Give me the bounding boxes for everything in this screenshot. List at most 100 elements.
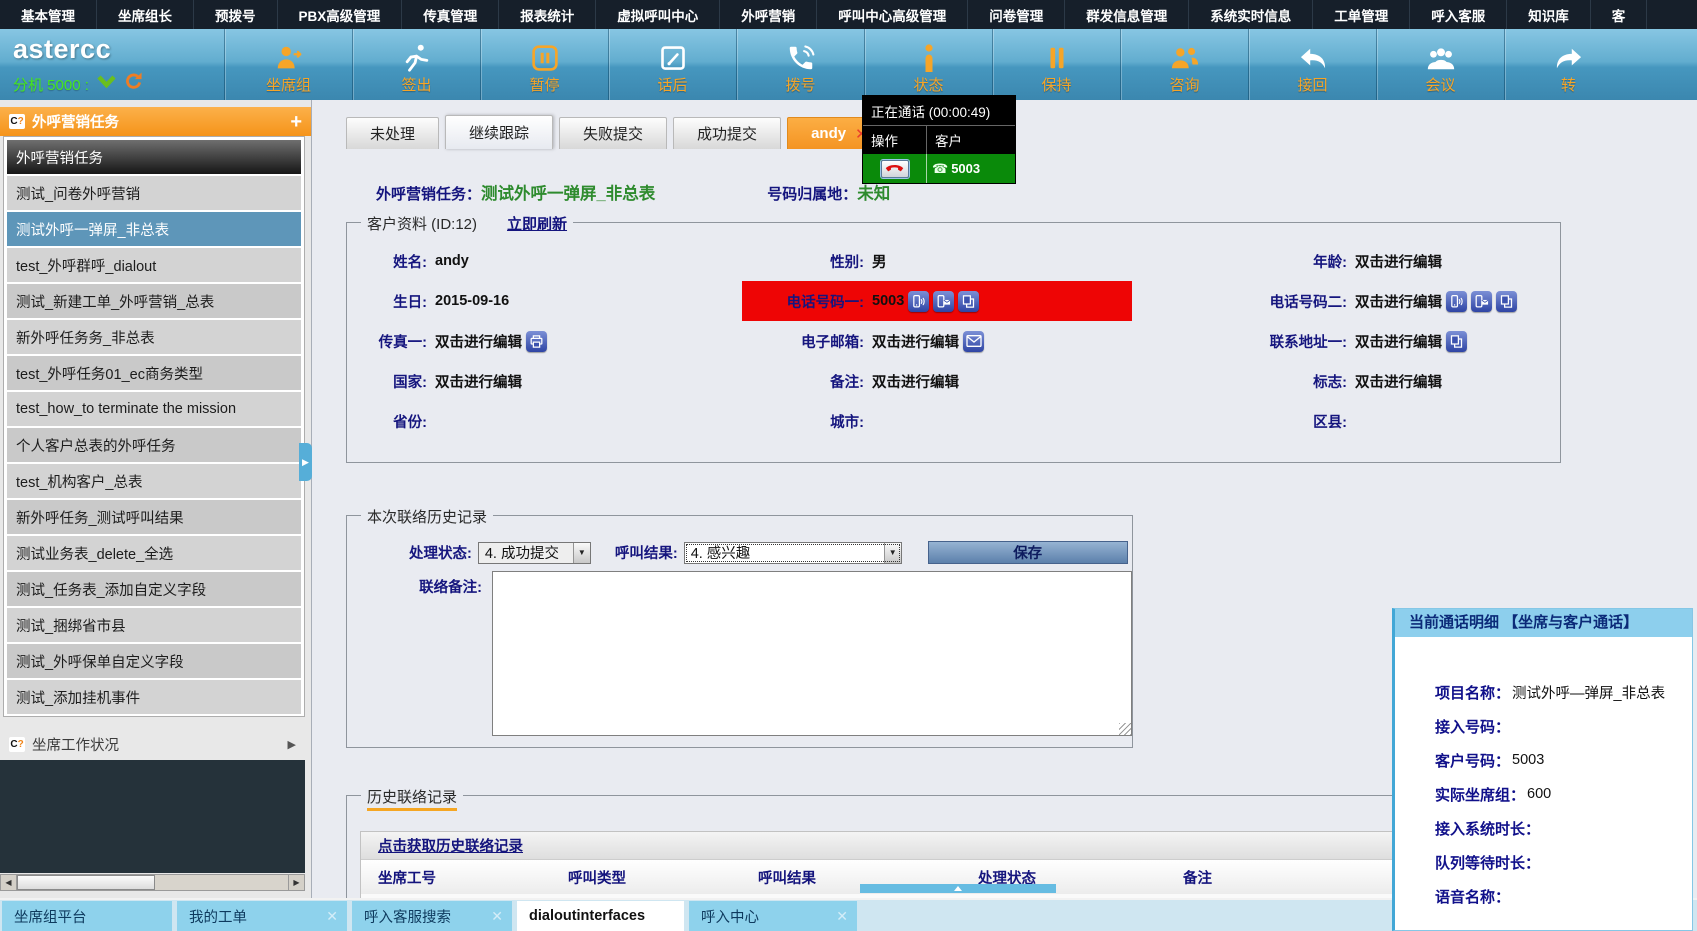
field-value[interactable]: 双击进行编辑 — [872, 371, 959, 392]
mail-icon[interactable] — [963, 331, 984, 352]
menu-item[interactable]: 呼叫中心高级管理 — [817, 0, 968, 29]
process-status-select[interactable]: 4. 成功提交 ▼ — [478, 542, 591, 564]
add-task-button[interactable]: + — [290, 112, 302, 132]
save-button[interactable]: 保存 — [928, 541, 1128, 564]
call-detail-label: 实际坐席组： — [1435, 784, 1525, 805]
close-icon[interactable]: ✕ — [491, 908, 503, 925]
menu-item[interactable]: 客 — [1591, 0, 1648, 29]
toolbar-button-status[interactable]: 状态 — [864, 29, 992, 100]
task-list-item[interactable]: 测试外呼一弹屏_非总表 — [7, 212, 301, 246]
task-list-item[interactable]: test_机构客户_总表 — [7, 464, 301, 498]
menu-item[interactable]: PBX高级管理 — [278, 0, 403, 29]
field-value[interactable]: 5003 — [872, 293, 904, 309]
menu-item[interactable]: 呼入客服 — [1410, 0, 1507, 29]
field-value[interactable]: andy — [435, 253, 469, 269]
sidebar-section-agent-status[interactable]: C? 坐席工作状况 ▶ — [0, 730, 305, 758]
workspace-tab-我的工单[interactable]: 我的工单✕ — [177, 901, 347, 931]
toolbar-button-pause[interactable]: 暂停 — [480, 29, 608, 100]
copy-icon[interactable] — [1446, 331, 1467, 352]
tab-未处理[interactable]: 未处理 — [346, 117, 439, 149]
menu-item[interactable]: 虚拟呼叫中心 — [596, 0, 720, 29]
task-list-item[interactable]: 测试_外呼保单自定义字段 — [7, 644, 301, 678]
menu-item[interactable]: 坐席组长 — [97, 0, 194, 29]
task-list-item[interactable]: test_how_to terminate the mission — [7, 392, 301, 426]
tab-失败提交[interactable]: 失败提交 — [559, 117, 667, 149]
call-result-select[interactable]: 4. 感兴趣 ▼ — [684, 542, 902, 564]
task-list-item[interactable]: 测试_新建工单_外呼营销_总表 — [7, 284, 301, 318]
menu-item[interactable]: 群发信息管理 — [1065, 0, 1189, 29]
menu-item[interactable]: 传真管理 — [402, 0, 499, 29]
field-value[interactable]: 男 — [872, 251, 887, 272]
scrollbar-thumb[interactable] — [17, 875, 155, 890]
close-icon[interactable]: ✕ — [836, 908, 848, 925]
workspace-tab-呼入中心[interactable]: 呼入中心✕ — [689, 901, 857, 931]
toolbar-button-sign-out[interactable]: 签出 — [352, 29, 480, 100]
menu-item[interactable]: 问卷管理 — [968, 0, 1065, 29]
sidebar-horizontal-scrollbar[interactable]: ◀ ▶ — [0, 874, 305, 891]
toolbar-button-hold[interactable]: 保持 — [992, 29, 1120, 100]
workspace-tab-坐席组平台[interactable]: 坐席组平台 — [2, 901, 172, 931]
toolbar-button-consult[interactable]: 咨询 — [1120, 29, 1248, 100]
task-list-item[interactable]: test_外呼任务01_ec商务类型 — [7, 356, 301, 390]
menu-item[interactable]: 工单管理 — [1313, 0, 1410, 29]
toolbar-button-retrieve[interactable]: 接回 — [1248, 29, 1376, 100]
printer-icon[interactable] — [526, 331, 547, 352]
field-value[interactable]: 双击进行编辑 — [435, 331, 522, 352]
field-value[interactable]: 双击进行编辑 — [872, 331, 959, 352]
task-list-item[interactable]: 新外呼任务_测试呼叫结果 — [7, 500, 301, 534]
tab-继续跟踪[interactable]: 继续跟踪 — [445, 115, 553, 149]
workspace-tab-呼入客服搜索[interactable]: 呼入客服搜索✕ — [352, 901, 512, 931]
menu-item[interactable]: 基本管理 — [0, 0, 97, 29]
task-list-item[interactable]: 测试业务表_delete_全选 — [7, 536, 301, 570]
toolbar-button-dial[interactable]: 拨号 — [736, 29, 864, 100]
tab-成功提交[interactable]: 成功提交 — [673, 117, 781, 149]
task-list-item[interactable]: 测试_问卷外呼营销 — [7, 176, 301, 210]
field-value[interactable]: 2015-09-16 — [435, 293, 509, 309]
field-value[interactable]: 双击进行编辑 — [435, 371, 522, 392]
chevron-right-icon: ▶ — [288, 738, 296, 751]
task-list-item[interactable]: 测试_添加挂机事件 — [7, 680, 301, 714]
toolbar-button-after-call[interactable]: 话后 — [608, 29, 736, 100]
toolbar-button-agent-group[interactable]: 坐席组 — [224, 29, 352, 100]
task-list-item[interactable]: 新外呼任务务_非总表 — [7, 320, 301, 354]
fetch-history-link[interactable]: 点击获取历史联络记录 — [378, 835, 523, 856]
mobile-call-icon[interactable] — [908, 291, 929, 312]
dropdown-arrow-icon[interactable]: ▼ — [573, 543, 590, 563]
task-list-item[interactable]: 测试_任务表_添加自定义字段 — [7, 572, 301, 606]
field-value[interactable]: 双击进行编辑 — [1355, 371, 1442, 392]
copy-icon[interactable] — [1496, 291, 1517, 312]
task-list-item[interactable]: 测试_捆绑省市县 — [7, 608, 301, 642]
mobile-call-icon[interactable] — [1446, 291, 1467, 312]
menu-item[interactable]: 外呼营销 — [720, 0, 817, 29]
copy-icon[interactable] — [958, 291, 979, 312]
panel-collapse-handle[interactable] — [860, 884, 1056, 893]
sidebar-expand-handle[interactable]: ▶ — [299, 443, 312, 481]
close-icon[interactable]: ✕ — [326, 908, 338, 925]
field-value[interactable]: 双击进行编辑 — [1355, 331, 1442, 352]
menu-item[interactable]: 预拨号 — [194, 0, 278, 29]
hangup-button[interactable] — [881, 160, 909, 178]
menu-item[interactable]: 知识库 — [1507, 0, 1591, 29]
task-list-item[interactable]: test_外呼群呼_dialout — [7, 248, 301, 282]
sidebar-header[interactable]: C? 外呼营销任务 + — [0, 107, 311, 136]
contact-note-textarea[interactable] — [492, 571, 1132, 736]
task-list-item[interactable]: 个人客户总表的外呼任务 — [7, 428, 301, 462]
field-value[interactable]: 双击进行编辑 — [1355, 291, 1442, 312]
customer-info-fieldset: 客户资料 (ID:12) 立即刷新 姓名:andy性别:男年龄:双击进行编辑生日… — [346, 222, 1561, 463]
scroll-right-arrow[interactable]: ▶ — [288, 875, 304, 890]
resize-grip-icon[interactable] — [1119, 723, 1131, 735]
refresh-icon[interactable] — [124, 72, 143, 96]
menu-item[interactable]: 报表统计 — [499, 0, 596, 29]
mobile-sms-icon[interactable] — [1471, 291, 1492, 312]
dropdown-arrow-icon[interactable]: ▼ — [884, 543, 901, 563]
toolbar-button-conference[interactable]: 会议 — [1376, 29, 1504, 100]
scroll-left-arrow[interactable]: ◀ — [1, 875, 17, 890]
mobile-sms-icon[interactable] — [933, 291, 954, 312]
field-value[interactable]: 双击进行编辑 — [1355, 251, 1442, 272]
toolbar-button-transfer[interactable]: 转 — [1504, 29, 1632, 100]
chevron-down-icon[interactable] — [96, 75, 117, 93]
refresh-now-link[interactable]: 立即刷新 — [507, 213, 567, 234]
workspace-tab-dialoutinterfaces[interactable]: dialoutinterfaces — [517, 901, 684, 931]
menu-item[interactable]: 系统实时信息 — [1189, 0, 1313, 29]
call-detail-label: 客户号码： — [1435, 750, 1510, 771]
